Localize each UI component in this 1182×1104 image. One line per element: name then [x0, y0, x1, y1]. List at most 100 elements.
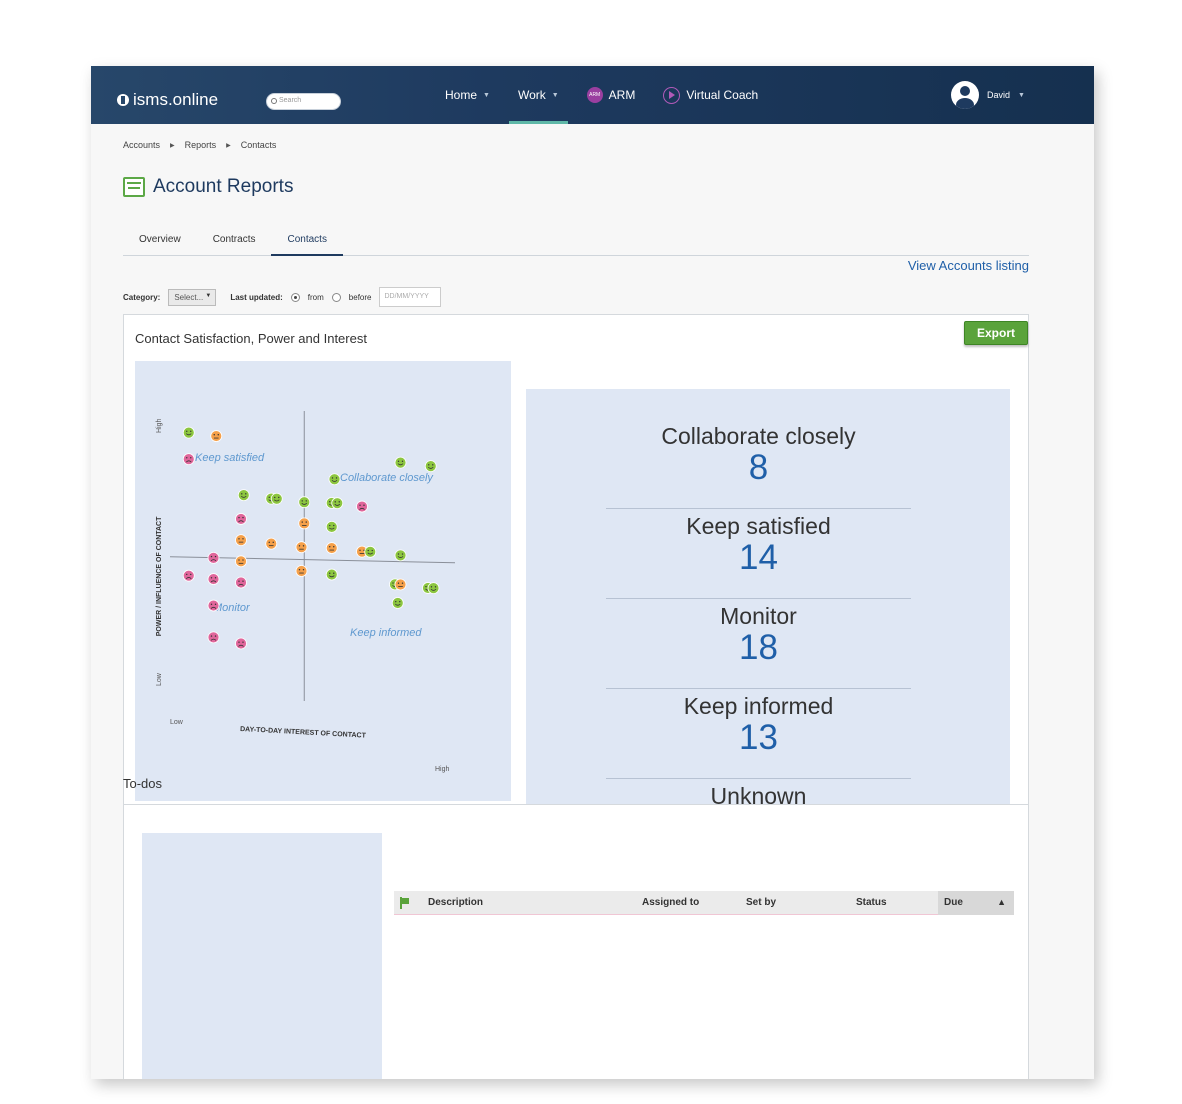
nav-home-label: Home	[445, 88, 478, 102]
data-point	[207, 599, 220, 612]
summary-value: 13	[739, 718, 778, 757]
nav-work-label: Work	[517, 88, 546, 102]
last-updated-label: Last updated:	[230, 292, 283, 302]
chart-svg: Keep satisfiedCollaborate closelyMonitor…	[156, 411, 456, 773]
data-point	[295, 565, 308, 577]
summary-label: Monitor	[720, 603, 797, 629]
data-point	[235, 513, 247, 525]
data-point	[325, 568, 338, 581]
point-eye	[302, 545, 305, 547]
export-button[interactable]: Export	[964, 321, 1028, 345]
nav-virtual-coach-label: Virtual Coach	[686, 88, 759, 102]
logo[interactable]: isms.online	[117, 90, 218, 110]
point-eye	[242, 641, 244, 643]
main-nav: Home ▼ Work ▼ ARM ARM Virtual Coach	[431, 66, 772, 124]
point-eye	[301, 521, 303, 523]
todo-table-header: Description Assigned to Set by Status Du…	[394, 891, 1014, 915]
from-label: from	[307, 292, 324, 302]
point-eye	[333, 572, 335, 574]
data-point	[207, 573, 220, 585]
page-title: Account Reports	[153, 176, 294, 197]
point-eye	[238, 538, 240, 540]
point-eye	[434, 586, 437, 588]
data-point	[328, 473, 341, 486]
data-point	[394, 456, 407, 469]
data-point	[394, 549, 407, 562]
user-name: David	[987, 90, 1011, 100]
point-eye	[333, 546, 335, 548]
col-description[interactable]: Description	[428, 897, 483, 908]
x-low-label: Low	[170, 719, 184, 726]
tab-contracts[interactable]: Contracts	[197, 230, 272, 256]
data-point	[235, 576, 247, 589]
summary-label: Collaborate closely	[661, 423, 856, 449]
point-eye	[190, 573, 192, 576]
tab-contacts[interactable]: Contacts	[271, 230, 343, 256]
point-eye	[401, 460, 404, 463]
nav-work[interactable]: Work ▼	[504, 66, 573, 124]
filter-bar: Category: Select... Last updated: from b…	[123, 284, 543, 310]
search-placeholder: Search	[279, 97, 302, 104]
point-eye	[238, 516, 240, 519]
point-eye	[430, 586, 433, 588]
summary-label: Keep satisfied	[686, 513, 831, 539]
point-eye	[359, 504, 361, 506]
chevron-right-icon: ▶	[170, 142, 175, 149]
date-input[interactable]: DD/MM/YYYY	[379, 287, 442, 307]
point-eye	[242, 516, 244, 519]
point-eye	[242, 580, 244, 582]
point-eye	[238, 559, 240, 561]
point-eye	[397, 460, 400, 463]
point-eye	[392, 582, 394, 584]
before-label: before	[348, 292, 372, 302]
point-eye	[214, 603, 217, 605]
tab-overview[interactable]: Overview	[123, 230, 197, 256]
x-axis-label: DAY-TO-DAY INTEREST OF CONTACT	[240, 726, 367, 740]
summary-value: 18	[739, 628, 778, 667]
nav-virtual-coach[interactable]: Virtual Coach	[649, 66, 772, 124]
point-eye	[338, 501, 340, 503]
quadrant-label: Keep informed	[350, 627, 422, 639]
before-radio[interactable]	[331, 292, 341, 302]
category-select[interactable]: Select...	[168, 288, 217, 306]
point-eye	[302, 569, 305, 571]
quadrant-label: Collaborate closely	[340, 472, 434, 484]
nav-home[interactable]: Home ▼	[431, 66, 504, 124]
point-eye	[333, 524, 335, 527]
from-radio[interactable]	[290, 292, 300, 302]
avatar	[951, 81, 979, 109]
nav-arm[interactable]: ARM ARM	[573, 66, 650, 124]
x-high-label: High	[435, 766, 450, 773]
data-point	[235, 637, 247, 650]
point-eye	[210, 635, 213, 637]
col-assigned-to[interactable]: Assigned to	[642, 897, 699, 908]
point-eye	[214, 577, 217, 579]
point-eye	[242, 538, 244, 540]
point-eye	[190, 430, 192, 432]
point-eye	[298, 569, 301, 571]
summary-label: Keep informed	[683, 693, 834, 719]
view-accounts-link[interactable]: View Accounts listing	[908, 258, 1029, 273]
point-eye	[241, 493, 243, 495]
breadcrumb-accounts[interactable]: Accounts	[123, 140, 160, 150]
col-status[interactable]: Status	[856, 897, 887, 908]
divider	[606, 688, 911, 689]
user-menu[interactable]: David ▼	[951, 81, 1025, 109]
breadcrumb-contacts[interactable]: Contacts	[241, 140, 277, 150]
chevron-right-icon: ▶	[226, 142, 231, 149]
point-eye	[214, 555, 217, 558]
data-point	[325, 520, 338, 533]
todos-panel: Description Assigned to Set by Status Du…	[123, 804, 1029, 1079]
point-eye	[278, 496, 280, 499]
logo-text: isms.online	[133, 90, 219, 109]
search-input[interactable]: Search	[266, 93, 341, 110]
play-icon	[663, 86, 681, 104]
col-set-by[interactable]: Set by	[746, 897, 776, 908]
data-point	[325, 542, 338, 554]
point-eye	[371, 549, 373, 552]
breadcrumb-reports[interactable]: Reports	[185, 140, 217, 150]
point-eye	[245, 493, 247, 495]
col-due[interactable]: Due ▲	[938, 891, 1014, 915]
logo-icon	[117, 94, 129, 106]
point-eye	[334, 501, 336, 503]
